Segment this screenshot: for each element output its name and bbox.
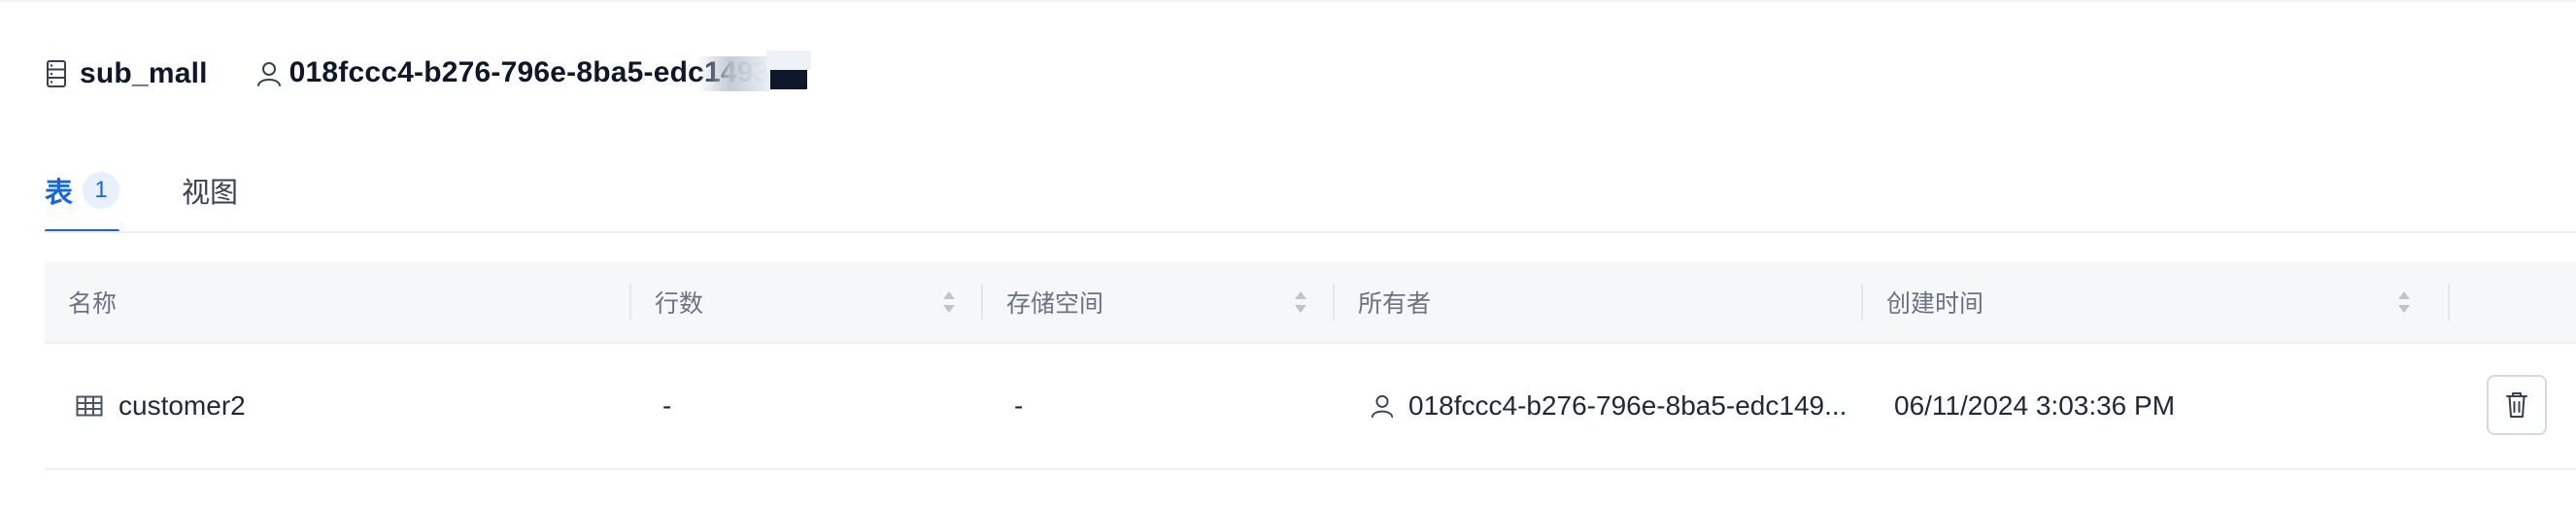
- database-header: sub_mall 018fccc4-b276-796e-8ba5-edc1493: [45, 51, 811, 93]
- page: sub_mall 018fccc4-b276-796e-8ba5-edc1493…: [0, 0, 2576, 507]
- table-header: 名称 行数 存储空间 所有者 创建时间: [45, 262, 2576, 344]
- tabs-divider: [45, 231, 2576, 233]
- column-header-owner: 所有者: [1358, 290, 1432, 318]
- column-resize-handle[interactable]: [1861, 284, 1863, 321]
- column-resize-handle[interactable]: [2448, 284, 2450, 321]
- sort-icon[interactable]: [940, 287, 958, 317]
- trash-icon: [2506, 392, 2527, 418]
- column-header-created-at[interactable]: 创建时间: [1886, 262, 1983, 342]
- top-divider: [0, 0, 2576, 2]
- table-row[interactable]: customer2 - - 018fccc4-b276-796e-8ba5-ed…: [45, 344, 2576, 470]
- table-name-cell[interactable]: customer2: [76, 344, 246, 468]
- owner-id: 018fccc4-b276-796e-8ba5-edc1493: [289, 51, 811, 92]
- column-header-name: 名称: [68, 290, 118, 318]
- column-header-storage[interactable]: 存储空间: [1006, 262, 1103, 342]
- tab-views[interactable]: 视图: [182, 163, 238, 218]
- storage-cell: -: [1014, 390, 1024, 421]
- owner-cell: 018fccc4-b276-796e-8ba5-edc149...: [1370, 344, 1847, 468]
- database-icon: [45, 57, 68, 90]
- column-resize-handle[interactable]: [981, 284, 983, 321]
- tables-list: 名称 行数 存储空间 所有者 创建时间 customer2 - - 018fcc…: [45, 262, 2576, 470]
- redaction-mark: [695, 51, 811, 92]
- tab-views-label: 视图: [182, 178, 239, 209]
- tab-tables-count-badge: 1: [83, 172, 120, 209]
- owner-id: 018fccc4-b276-796e-8ba5-edc149...: [1408, 390, 1847, 421]
- column-resize-handle[interactable]: [629, 284, 631, 321]
- sort-icon[interactable]: [1292, 287, 1309, 317]
- tab-tables-label: 表: [45, 178, 74, 209]
- tab-tables[interactable]: 表 1: [45, 163, 120, 233]
- column-resize-handle[interactable]: [1333, 284, 1335, 321]
- delete-button[interactable]: [2487, 375, 2547, 435]
- row-count-cell: -: [662, 390, 672, 421]
- column-header-row-count[interactable]: 行数: [655, 262, 703, 342]
- tab-bar: 表 1 视图: [45, 163, 238, 233]
- table-name[interactable]: customer2: [119, 390, 246, 422]
- user-icon: [254, 59, 284, 88]
- table-icon: [76, 395, 103, 417]
- created-at-cell: 06/11/2024 3:03:36 PM: [1894, 390, 2176, 421]
- sort-icon[interactable]: [2395, 287, 2413, 317]
- database-name: sub_mall: [80, 57, 208, 89]
- user-icon: [1371, 394, 1394, 419]
